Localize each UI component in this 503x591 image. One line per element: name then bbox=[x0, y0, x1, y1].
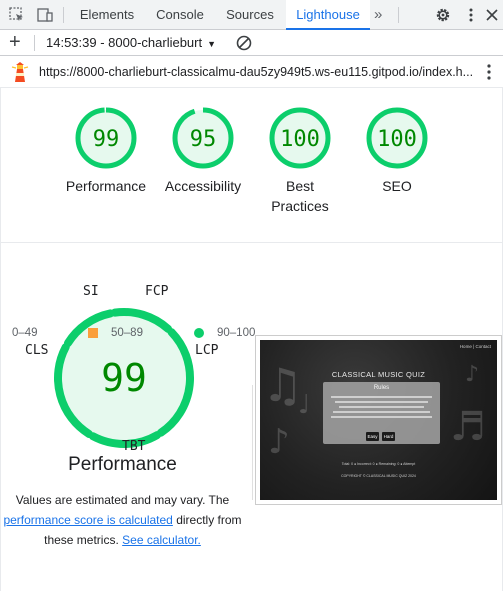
tab-console[interactable]: Console bbox=[146, 0, 214, 30]
gauge-best-practices[interactable]: 100 Best Practices bbox=[250, 106, 350, 216]
gauge-performance[interactable]: 99 Performance bbox=[56, 106, 156, 196]
new-report-button[interactable]: + bbox=[9, 31, 21, 53]
score-gauge-ring: 95 bbox=[172, 107, 234, 169]
lighthouse-toolbar: + 14:53:39 - 8000-charlieburt ▼ bbox=[0, 30, 503, 56]
note-text: Values are estimated and may vary. The bbox=[15, 493, 230, 507]
legend-average: 50–89 bbox=[111, 326, 143, 340]
score-value: 95 bbox=[190, 127, 217, 152]
gauge-accessibility[interactable]: 95 Accessibility bbox=[153, 106, 253, 196]
report-selector[interactable]: 14:53:39 - 8000-charlieburt ▼ bbox=[46, 30, 216, 56]
inspect-element-icon[interactable] bbox=[8, 6, 26, 24]
metric-label-fcp: FCP bbox=[145, 284, 169, 299]
music-note-icon: ♩ bbox=[298, 390, 311, 420]
tab-sources[interactable]: Sources bbox=[216, 0, 284, 30]
screenshot-hard-button: Hard bbox=[382, 432, 395, 441]
music-note-icon: ♪ bbox=[268, 422, 290, 462]
legend-fail-label: 0–49 bbox=[12, 327, 38, 339]
performance-note: Values are estimated and may vary. The p… bbox=[1, 490, 244, 550]
score-calculated-link[interactable]: performance score is calculated bbox=[3, 513, 172, 527]
score-value: 99 bbox=[93, 127, 120, 152]
screenshot-page: ♫ ♪ ♩ ♬ ♪ Home | Contact CLASSICAL MUSIC… bbox=[260, 340, 497, 500]
metric-label-tbt: TBT bbox=[122, 439, 146, 454]
screenshot-score-legend: Total: 0 ● Incorrect: 0 ● Remaining: 0 ●… bbox=[341, 462, 416, 466]
tab-divider bbox=[63, 7, 64, 23]
gauge-label: Accessibility bbox=[164, 178, 242, 194]
metric-label-si: SI bbox=[83, 284, 99, 299]
clear-reports-icon[interactable] bbox=[235, 34, 253, 52]
score-value: 100 bbox=[280, 127, 320, 152]
settings-gear-icon[interactable] bbox=[434, 6, 452, 24]
score-gauge-ring: 100 bbox=[366, 107, 428, 169]
more-tabs-icon[interactable]: » bbox=[374, 0, 382, 30]
dropdown-caret-icon: ▼ bbox=[207, 39, 217, 49]
see-calculator-link[interactable]: See calculator. bbox=[122, 533, 201, 547]
screenshot-rules-card: Rules Easy Hard bbox=[323, 382, 440, 444]
legend-fail: 0–49 bbox=[12, 326, 38, 340]
category-scores: 99 Performance 95 Accessibility 100 Best… bbox=[0, 88, 503, 243]
final-screenshot[interactable]: ♫ ♪ ♩ ♬ ♪ Home | Contact CLASSICAL MUSIC… bbox=[255, 335, 502, 505]
audited-url[interactable]: https://8000-charlieburt-classicalmu-dau… bbox=[39, 56, 473, 88]
report-url-bar: https://8000-charlieburt-classicalmu-dau… bbox=[0, 56, 503, 88]
gauge-label: SEO bbox=[382, 178, 412, 194]
screenshot-easy-button: Easy bbox=[366, 432, 379, 441]
average-square-icon bbox=[88, 328, 98, 338]
section-divider bbox=[252, 385, 253, 500]
device-toolbar-icon[interactable] bbox=[36, 6, 54, 24]
tab-elements[interactable]: Elements bbox=[70, 0, 144, 30]
legend-pass-label: 90–100 bbox=[217, 327, 256, 339]
score-gauge-ring: 99 bbox=[75, 107, 137, 169]
toolbar-divider bbox=[34, 35, 35, 51]
screenshot-title: CLASSICAL MUSIC QUIZ bbox=[331, 370, 426, 379]
screenshot-card-title: Rules bbox=[373, 385, 390, 391]
rule-line bbox=[339, 406, 424, 408]
rule-line bbox=[331, 396, 432, 398]
performance-score-value: 99 bbox=[101, 356, 147, 400]
pass-circle-icon bbox=[194, 328, 204, 338]
report-selector-label: 14:53:39 - 8000-charlieburt bbox=[46, 35, 203, 50]
performance-section: 99 SI FCP LCP TBT CLS Performance Values… bbox=[0, 243, 503, 591]
gauge-label: Best Practices bbox=[271, 178, 329, 214]
music-note-icon: ♬ bbox=[450, 404, 486, 450]
score-value: 100 bbox=[377, 127, 417, 152]
rule-line bbox=[335, 401, 428, 403]
rule-line bbox=[331, 416, 432, 418]
customize-menu-icon[interactable] bbox=[462, 6, 480, 24]
score-gauge-ring: 100 bbox=[269, 107, 331, 169]
performance-title: Performance bbox=[68, 454, 177, 475]
legend-pass: 90–100 bbox=[217, 326, 255, 340]
score-scale-legend: 0–49 50–89 90–100 bbox=[0, 326, 503, 346]
tab-divider bbox=[398, 7, 399, 23]
devtools-tab-bar: Elements Console Sources Lighthouse » bbox=[0, 0, 503, 30]
legend-average-label: 50–89 bbox=[111, 327, 143, 339]
close-devtools-icon[interactable] bbox=[483, 6, 501, 24]
lighthouse-logo-icon bbox=[11, 62, 29, 82]
rule-line bbox=[333, 411, 430, 413]
gauge-seo[interactable]: 100 SEO bbox=[347, 106, 447, 196]
report-menu-icon[interactable] bbox=[484, 62, 494, 82]
gauge-label: Performance bbox=[65, 178, 147, 194]
screenshot-copyright: COPYRIGHT © CLASSICAL MUSIC QUIZ 2024 bbox=[341, 474, 416, 478]
tab-lighthouse[interactable]: Lighthouse bbox=[286, 0, 370, 30]
